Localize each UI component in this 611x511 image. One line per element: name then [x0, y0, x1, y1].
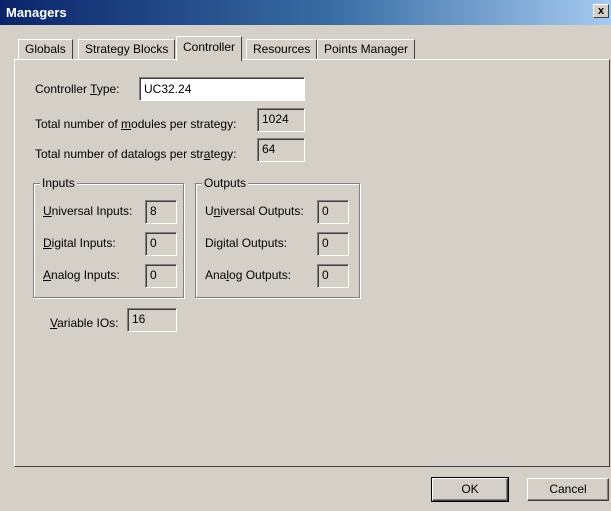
tab-label: Points Manager: [324, 42, 409, 56]
universal-inputs-label: Universal Inputs:: [43, 204, 133, 218]
close-button[interactable]: x: [593, 4, 609, 18]
tab-label: Strategy Blocks: [85, 42, 169, 56]
inputs-group-title: Inputs: [40, 176, 77, 190]
tab-controller[interactable]: Controller: [176, 36, 243, 61]
modules-label: Total number of modules per strategy:: [35, 117, 237, 131]
variable-ios-field: 16: [127, 308, 177, 332]
digital-outputs-field: 0: [317, 232, 349, 256]
universal-inputs-field: 8: [145, 200, 177, 224]
universal-outputs-field: 0: [317, 200, 349, 224]
digital-inputs-label: Digital Inputs:: [43, 236, 116, 250]
analog-outputs-field: 0: [317, 264, 349, 288]
analog-inputs-label: Analog Inputs:: [43, 268, 120, 282]
digital-outputs-label: Digital Outputs:: [205, 236, 288, 250]
controller-type-label: Controller Type:: [35, 82, 120, 96]
datalogs-label: Total number of datalogs per strategy:: [35, 147, 237, 161]
digital-inputs-field: 0: [145, 232, 177, 256]
window-title: Managers: [6, 5, 67, 20]
tab-resources[interactable]: Resources: [246, 39, 318, 59]
tab-points-manager[interactable]: Points Manager: [317, 39, 416, 59]
universal-outputs-label: Universal Outputs:: [205, 204, 304, 218]
outputs-group: Outputs Universal Outputs: 0 Digital Out…: [195, 176, 360, 298]
tab-label: Globals: [25, 42, 66, 56]
ok-button[interactable]: OK: [431, 477, 509, 502]
analog-inputs-field: 0: [145, 264, 177, 288]
controller-type-field[interactable]: UC32.24: [139, 77, 305, 101]
tab-label: Resources: [253, 42, 311, 56]
datalogs-field: 64: [257, 138, 305, 162]
variable-ios-label: Variable IOs:: [50, 316, 119, 330]
outputs-group-title: Outputs: [202, 176, 249, 190]
tab-strategy-blocks[interactable]: Strategy Blocks: [78, 39, 176, 59]
cancel-button[interactable]: Cancel: [527, 478, 609, 501]
analog-outputs-label: Analog Outputs:: [205, 268, 292, 282]
controller-tab-panel: Controller Type: UC32.24 Total number of…: [14, 59, 610, 467]
title-bar: Managers x: [0, 0, 611, 25]
modules-field: 1024: [257, 108, 305, 132]
tab-label: Controller: [183, 40, 236, 54]
inputs-group: Inputs Universal Inputs: 8 Digital Input…: [33, 176, 184, 298]
tab-globals[interactable]: Globals: [18, 39, 73, 59]
